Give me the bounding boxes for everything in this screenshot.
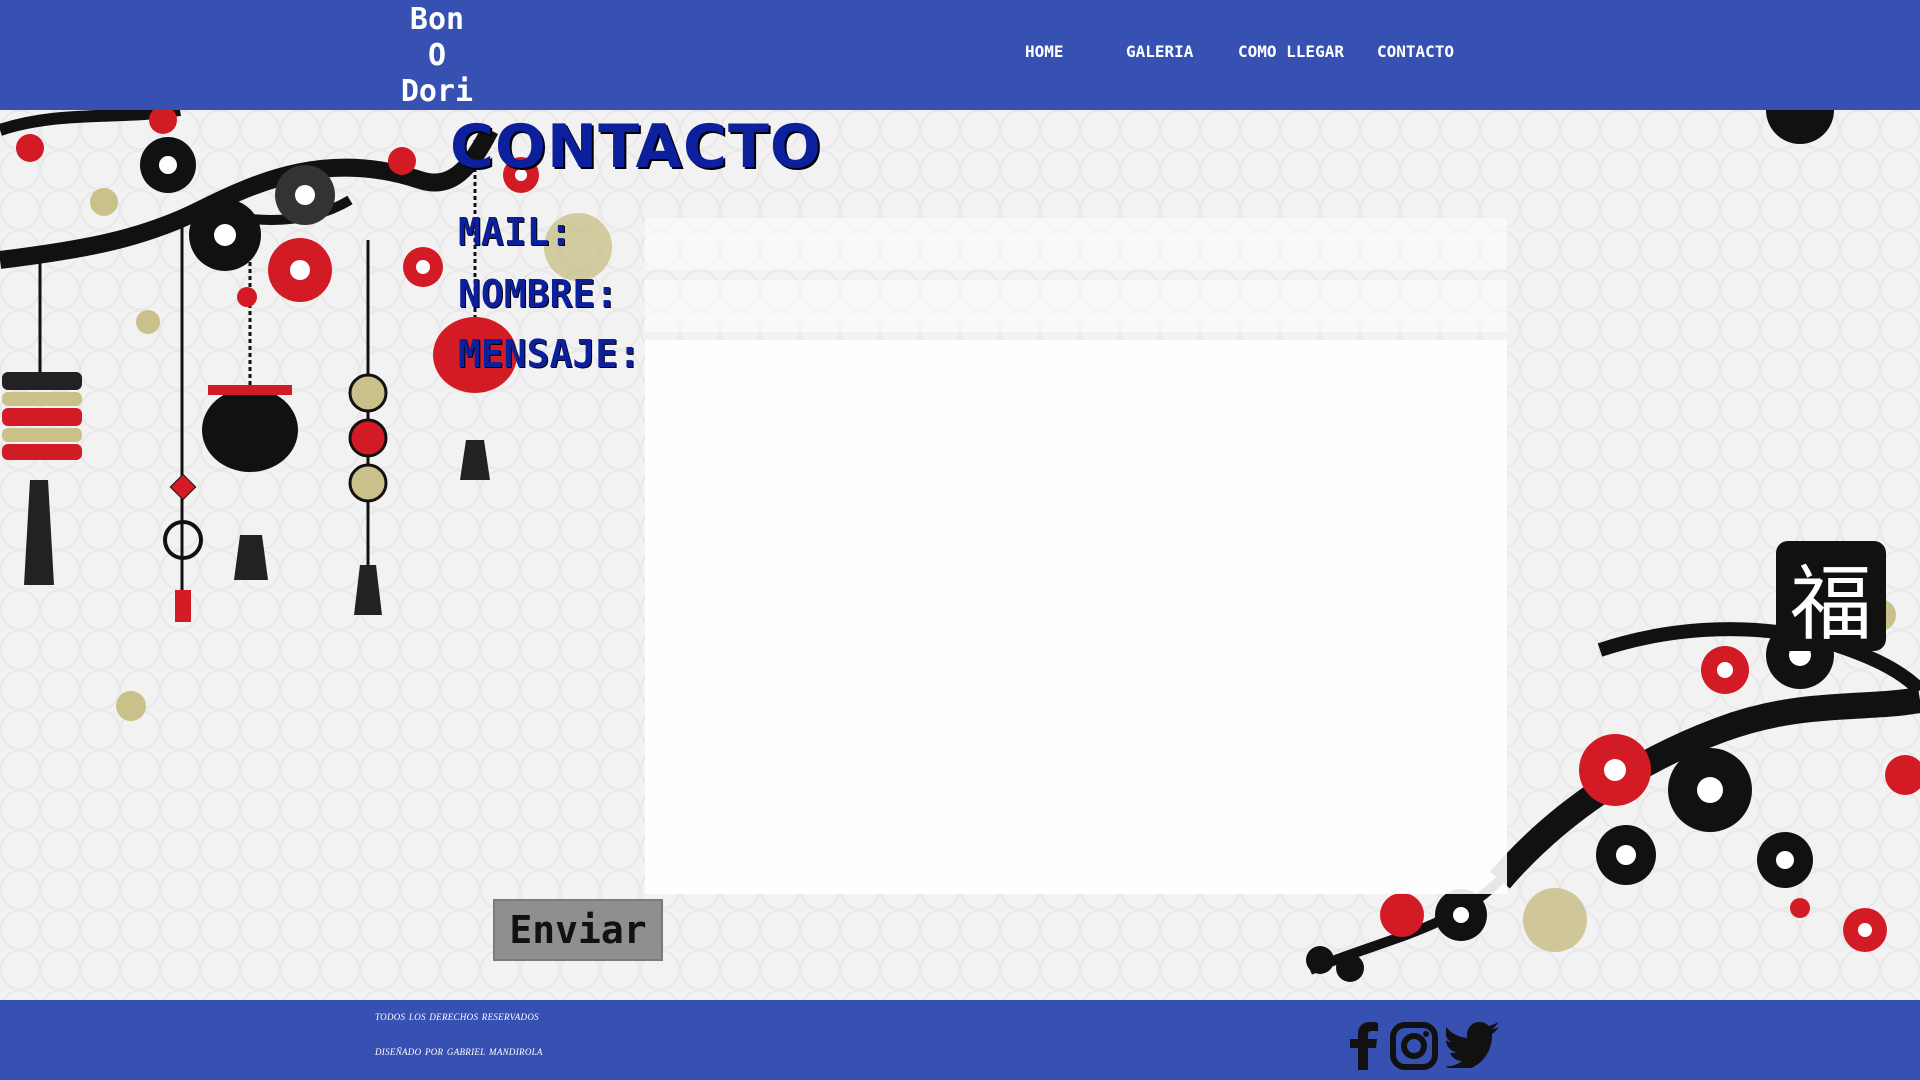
mail-label: MAIL: (458, 210, 573, 254)
email-field[interactable] (645, 218, 1507, 270)
nav-como-llegar[interactable]: COMO LLEGAR (1238, 42, 1344, 61)
copyright-text: todos los derechos reservados (375, 1008, 539, 1023)
message-field[interactable] (645, 340, 1507, 894)
site-logo[interactable]: Bon O Dori (392, 2, 482, 110)
name-label: NOMBRE: (458, 272, 619, 316)
designer-credit: diseñado por gabriel mandirola (375, 1043, 543, 1058)
name-field[interactable] (645, 280, 1507, 332)
facebook-icon[interactable] (1348, 1022, 1382, 1070)
send-button[interactable]: Enviar (493, 899, 663, 961)
page-title: CONTACTO (450, 112, 822, 182)
message-label: MENSAJE: (458, 332, 642, 376)
nav-galeria[interactable]: GALERIA (1126, 42, 1193, 61)
nav-contacto[interactable]: CONTACTO (1377, 42, 1454, 61)
twitter-icon[interactable] (1446, 1022, 1500, 1068)
fortune-symbol: 福 (1776, 541, 1886, 652)
instagram-icon[interactable] (1390, 1022, 1438, 1070)
nav-home[interactable]: HOME (1025, 42, 1064, 61)
footer: todos los derechos reservados diseñado p… (0, 1000, 1920, 1080)
top-navbar: Bon O Dori HOME GALERIA COMO LLEGAR CONT… (0, 0, 1920, 110)
